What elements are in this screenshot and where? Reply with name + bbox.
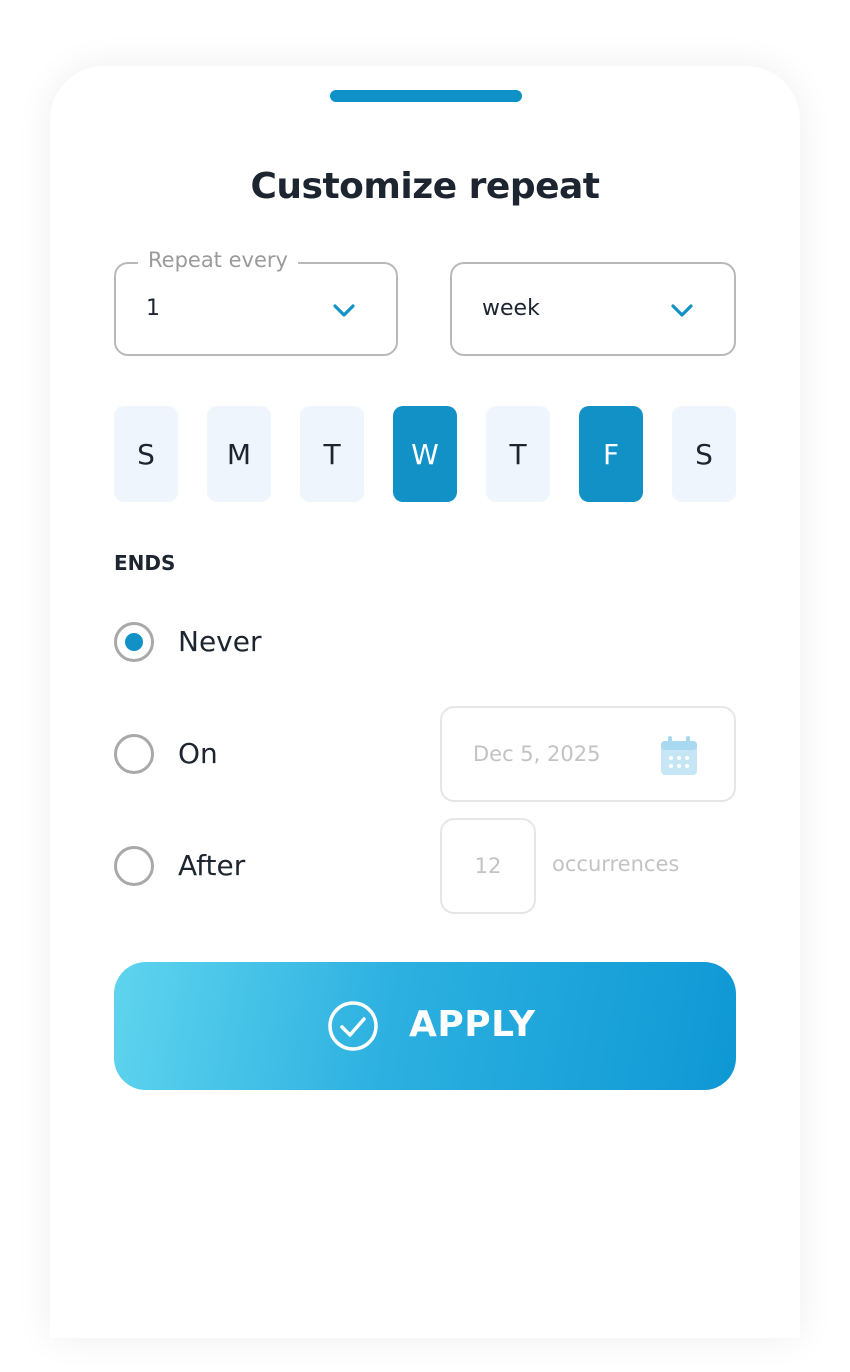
repeat-interval-value: 1 xyxy=(146,296,160,321)
occurrences-label: occurrences xyxy=(552,852,680,876)
day-toggle-thursday[interactable]: T xyxy=(486,406,550,502)
drag-handle[interactable] xyxy=(330,90,522,102)
day-toggle-sunday[interactable]: S xyxy=(114,406,178,502)
end-date-placeholder: Dec 5, 2025 xyxy=(473,742,601,766)
day-toggle-friday[interactable]: F xyxy=(579,406,643,502)
check-circle-icon xyxy=(328,1001,378,1051)
occurrences-input[interactable]: 12 xyxy=(440,818,536,914)
apply-button[interactable]: APPLY xyxy=(114,962,736,1090)
radio-after-label: After xyxy=(178,849,246,882)
repeat-unit-select[interactable]: week xyxy=(450,262,736,356)
day-toggle-wednesday[interactable]: W xyxy=(393,406,457,502)
day-toggle-tuesday[interactable]: T xyxy=(300,406,364,502)
radio-never-label: Never xyxy=(178,625,262,658)
radio-on[interactable] xyxy=(114,734,154,774)
radio-after[interactable] xyxy=(114,846,154,886)
radio-never[interactable] xyxy=(114,622,154,662)
repeat-every-label: Repeat every xyxy=(138,248,298,272)
calendar-icon[interactable] xyxy=(660,736,698,776)
dialog-title: Customize repeat xyxy=(250,166,600,207)
repeat-interval-select[interactable]: Repeat every 1 xyxy=(114,248,398,356)
chevron-down-icon xyxy=(333,304,355,317)
ends-heading: ENDS xyxy=(114,551,176,575)
day-toggle-monday[interactable]: M xyxy=(207,406,271,502)
repeat-unit-value: week xyxy=(482,296,540,321)
end-date-field[interactable]: Dec 5, 2025 xyxy=(440,706,736,802)
apply-button-label: APPLY xyxy=(409,1004,536,1045)
day-toggle-saturday[interactable]: S xyxy=(672,406,736,502)
radio-on-label: On xyxy=(178,737,218,770)
chevron-down-icon xyxy=(671,304,693,317)
weekday-selector: S M T W T F S xyxy=(114,406,736,502)
